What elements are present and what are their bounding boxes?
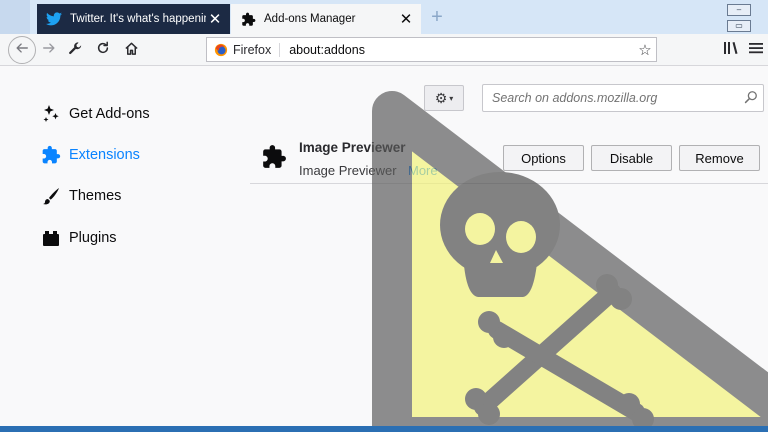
tab-addons-manager[interactable]: Add-ons Manager ✕: [231, 4, 421, 34]
brush-icon: [40, 185, 62, 207]
get-addons-icon: [40, 103, 62, 125]
puzzle-icon: [240, 11, 256, 27]
tab-strip: Twitter. It's what's happening. ✕ Add-on…: [0, 0, 768, 34]
tab-title: Add-ons Manager: [264, 13, 356, 25]
remove-button[interactable]: Remove: [679, 145, 760, 171]
menu-button[interactable]: [745, 38, 767, 62]
library-icon: [723, 41, 739, 60]
taskbar-edge: [0, 426, 768, 432]
addon-puzzle-icon: [261, 144, 287, 170]
disable-button[interactable]: Disable: [591, 145, 672, 171]
sidebar-item-extensions[interactable]: Extensions: [40, 143, 140, 167]
sidebar-item-themes[interactable]: Themes: [40, 184, 121, 208]
library-button[interactable]: [720, 38, 742, 62]
home-button[interactable]: [119, 38, 143, 62]
url-text[interactable]: about:addons: [289, 43, 634, 57]
home-icon: [124, 41, 139, 60]
sidebar-item-plugins[interactable]: Plugins: [40, 226, 117, 250]
sidebar-item-label: Get Add-ons: [69, 106, 150, 122]
addons-content: Get Add-ons Extensions Themes Plugins ⚙ ▾: [0, 67, 768, 426]
identity-label: Firefox: [233, 42, 281, 57]
addon-list-item[interactable]: Image Previewer Image Previewer More Opt…: [250, 131, 768, 184]
sidebar-item-label: Themes: [69, 188, 122, 204]
back-arrow-icon: [15, 41, 29, 59]
addon-name: Image Previewer: [299, 140, 406, 155]
search-icon[interactable]: [739, 90, 763, 107]
tab-strip-edge: [0, 0, 30, 34]
forward-arrow-icon: [42, 41, 56, 59]
search-input[interactable]: [492, 91, 739, 105]
sidebar-item-label: Plugins: [69, 230, 117, 246]
options-button[interactable]: Options: [503, 145, 584, 171]
sidebar-item-label: Extensions: [69, 147, 140, 163]
nav-bar: Firefox about:addons ☆: [0, 34, 768, 66]
back-button[interactable]: [8, 36, 36, 64]
sidebar-item-get-addons[interactable]: Get Add-ons: [40, 102, 150, 126]
reload-icon: [96, 41, 110, 59]
tab-title: Twitter. It's what's happening.: [70, 13, 206, 25]
wrench-button[interactable]: [63, 38, 87, 62]
reload-button[interactable]: [91, 38, 115, 62]
forward-button[interactable]: [37, 38, 61, 62]
addons-search[interactable]: [482, 84, 764, 112]
maximize-button[interactable]: ▭: [727, 20, 751, 32]
close-icon[interactable]: ✕: [206, 12, 224, 27]
new-tab-button[interactable]: +: [427, 6, 447, 28]
tools-gear-button[interactable]: ⚙ ▾: [424, 85, 464, 111]
chevron-down-icon: ▾: [449, 93, 454, 103]
url-bar[interactable]: Firefox about:addons ☆: [206, 37, 657, 62]
bookmark-star-icon[interactable]: ☆: [634, 41, 656, 59]
tab-twitter[interactable]: Twitter. It's what's happening. ✕: [37, 4, 230, 34]
plugin-icon: [40, 227, 62, 249]
minimize-button[interactable]: –: [727, 4, 751, 16]
close-icon[interactable]: ✕: [397, 12, 415, 27]
puzzle-icon: [40, 144, 62, 166]
wrench-icon: [68, 41, 83, 60]
twitter-icon: [46, 11, 62, 27]
firefox-logo-icon: [214, 43, 228, 57]
hamburger-icon: [748, 41, 764, 60]
addon-description: Image Previewer: [299, 163, 397, 178]
gear-icon: ⚙: [434, 89, 448, 106]
more-link[interactable]: More: [408, 163, 438, 178]
